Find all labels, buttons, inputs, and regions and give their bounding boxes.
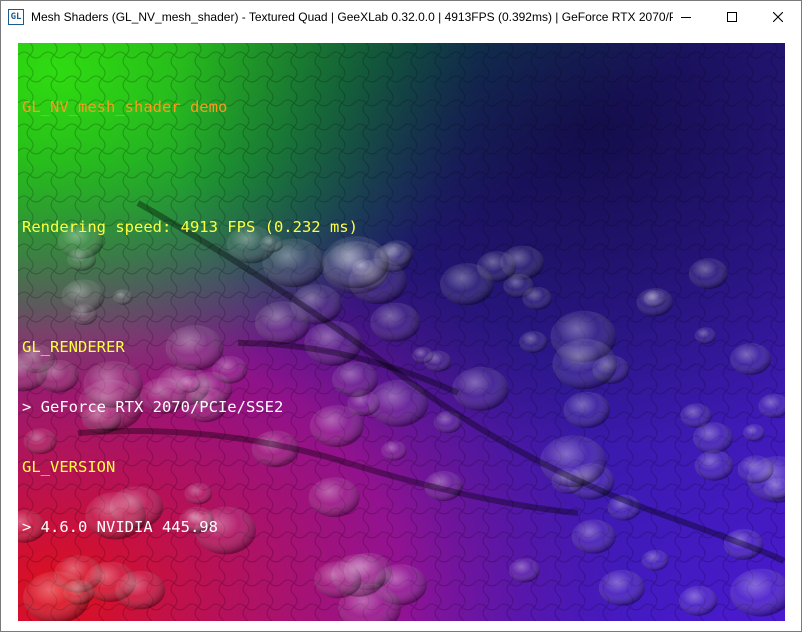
water-droplet: [679, 585, 718, 616]
water-droplet: [694, 327, 717, 344]
water-droplet: [730, 343, 772, 376]
close-icon: [773, 11, 783, 22]
water-droplet: [692, 422, 734, 454]
maximize-button[interactable]: [709, 1, 755, 32]
water-droplet: [737, 455, 774, 484]
version-label: GL_VERSION: [22, 458, 116, 476]
water-droplet: [552, 338, 617, 390]
demo-title: GL_NV_mesh_shader demo: [22, 98, 228, 116]
water-droplet: [522, 286, 552, 310]
water-droplet: [370, 302, 421, 342]
water-droplet: [688, 258, 729, 290]
version-value: > 4.6.0 NVIDIA 445.98: [22, 518, 218, 536]
rendering-speed: Rendering speed: 4913 FPS (0.232 ms): [22, 218, 358, 236]
minimize-icon: [681, 16, 691, 18]
water-droplet: [440, 263, 494, 306]
render-viewport[interactable]: GL_NV_mesh_shader demo Rendering speed: …: [18, 43, 785, 621]
minimize-button[interactable]: [663, 1, 709, 32]
water-droplet: [571, 519, 616, 554]
title-bar[interactable]: GL Mesh Shaders (GL_NV_mesh_shader) - Te…: [1, 1, 801, 32]
water-droplet: [412, 347, 434, 364]
water-droplet: [519, 331, 548, 353]
water-droplet: [509, 558, 540, 583]
water-droplet: [598, 569, 646, 606]
renderer-value: > GeForce RTX 2070/PCIe/SSE2: [22, 398, 284, 416]
water-droplet: [743, 424, 765, 442]
water-droplet: [636, 288, 674, 317]
water-droplet: [694, 450, 734, 481]
water-droplet: [452, 366, 509, 411]
window-title: Mesh Shaders (GL_NV_mesh_shader) - Textu…: [31, 9, 673, 24]
window-controls: [663, 1, 801, 32]
water-droplet: [563, 391, 611, 429]
maximize-icon: [727, 11, 737, 22]
close-button[interactable]: [755, 1, 801, 32]
water-droplet: [641, 549, 669, 571]
renderer-label: GL_RENDERER: [22, 338, 125, 356]
app-window: GL Mesh Shaders (GL_NV_mesh_shader) - Te…: [0, 0, 802, 632]
water-droplet: [381, 440, 407, 461]
app-icon[interactable]: GL: [8, 8, 24, 25]
info-overlay: GL_NV_mesh_shader demo Rendering speed: …: [22, 57, 358, 577]
